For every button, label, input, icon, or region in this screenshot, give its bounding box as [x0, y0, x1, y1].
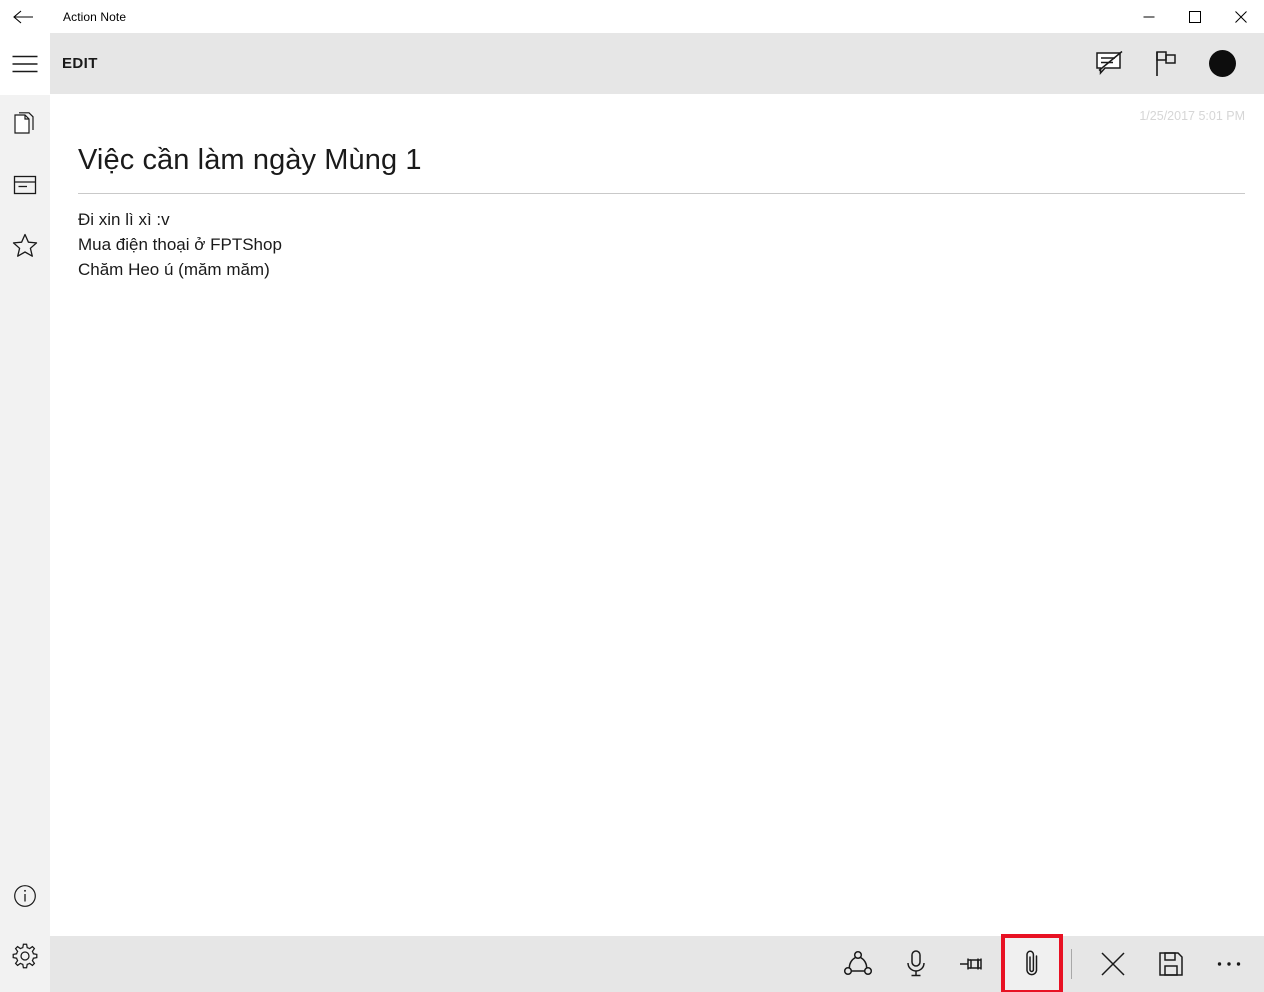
pages-icon — [13, 112, 37, 138]
flag-icon — [1153, 50, 1179, 78]
attach-button[interactable] — [1003, 936, 1061, 992]
sidebar-item-notes[interactable] — [0, 95, 50, 155]
close-x-icon — [1100, 951, 1126, 977]
save-button[interactable] — [1142, 936, 1200, 992]
share-icon — [843, 950, 873, 978]
gear-icon — [12, 943, 38, 969]
save-floppy-icon — [1158, 951, 1184, 977]
archive-box-icon — [13, 174, 38, 196]
close-icon — [1235, 11, 1247, 23]
maximize-button[interactable] — [1172, 0, 1218, 33]
close-button[interactable] — [1218, 0, 1264, 33]
header-actions — [1082, 33, 1264, 94]
note-color-button[interactable] — [1194, 33, 1250, 94]
sidebar-item-archive[interactable] — [0, 155, 50, 215]
minimize-button[interactable] — [1126, 0, 1172, 33]
ellipsis-icon — [1216, 960, 1242, 968]
maximize-icon — [1189, 11, 1201, 23]
sidebar-item-about[interactable] — [0, 866, 50, 926]
more-button[interactable] — [1200, 936, 1258, 992]
ink-note-icon — [1095, 50, 1125, 78]
note-title-input[interactable]: Việc cần làm ngày Mùng 1 — [78, 144, 422, 177]
microphone-icon — [904, 949, 928, 979]
flag-button[interactable] — [1138, 33, 1194, 94]
bottom-toolbar — [50, 936, 1264, 992]
window-controls — [1126, 0, 1264, 33]
sidebar-item-favorites[interactable] — [0, 215, 50, 275]
info-circle-icon — [13, 884, 37, 908]
sidebar-item-settings[interactable] — [0, 926, 50, 986]
sidebar-bottom-group — [0, 866, 50, 986]
sidebar-menu-button[interactable] — [0, 33, 50, 95]
voice-button[interactable] — [887, 936, 945, 992]
edit-header-bar: EDIT — [50, 33, 1264, 94]
share-button[interactable] — [829, 936, 887, 992]
minimize-icon — [1143, 11, 1155, 23]
sidebar-top-group — [0, 33, 50, 275]
star-icon — [12, 233, 38, 258]
note-timestamp: 1/25/2017 5:01 PM — [1139, 109, 1245, 123]
title-bar: Action Note — [0, 0, 1264, 33]
toolbar-divider — [1071, 949, 1072, 979]
pin-icon — [958, 952, 990, 976]
pin-button[interactable] — [945, 936, 1003, 992]
title-divider — [78, 193, 1245, 194]
back-arrow-icon — [12, 9, 34, 25]
note-editor: 1/25/2017 5:01 PM Việc cần làm ngày Mùng… — [50, 94, 1264, 936]
color-swatch-icon — [1209, 50, 1236, 77]
hamburger-menu-icon — [12, 55, 38, 73]
back-button[interactable] — [0, 0, 46, 33]
delete-button[interactable] — [1084, 936, 1142, 992]
sidebar-rail — [0, 33, 50, 992]
page-title: EDIT — [62, 55, 98, 72]
app-title: Action Note — [63, 10, 126, 24]
ink-note-button[interactable] — [1082, 33, 1138, 94]
paperclip-icon — [1022, 948, 1042, 980]
note-body-input[interactable]: Đi xin lì xì :v Mua điện thoại ở FPTShop… — [78, 207, 1198, 282]
